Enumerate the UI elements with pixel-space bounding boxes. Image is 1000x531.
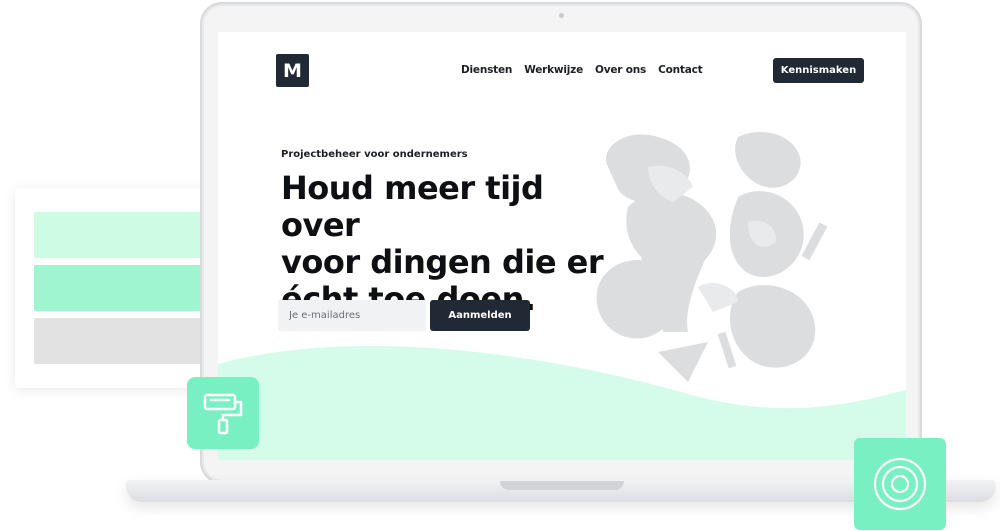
nav-link-contact[interactable]: Contact <box>658 64 703 76</box>
target-icon <box>873 457 927 511</box>
site-logo[interactable]: M <box>276 54 309 87</box>
target-tile <box>854 438 946 530</box>
headline-line: voor dingen die er <box>281 243 604 281</box>
hero-headline: Houd meer tijd over voor dingen die er é… <box>281 170 611 318</box>
hero-eyebrow: Projectbeheer voor ondernemers <box>281 149 468 160</box>
form-field-placeholder <box>34 318 223 364</box>
signup-button[interactable]: Aanmelden <box>430 300 530 331</box>
form-field-placeholder <box>34 265 223 311</box>
main-nav: Diensten Werkwijze Over ons Contact <box>461 64 703 76</box>
nav-link-werkwijze[interactable]: Werkwijze <box>524 64 583 76</box>
laptop-notch <box>500 481 624 490</box>
nav-link-diensten[interactable]: Diensten <box>461 64 512 76</box>
laptop-screen: M Diensten Werkwijze Over ons Contact Ke… <box>218 32 906 460</box>
kennismaken-button[interactable]: Kennismaken <box>773 58 864 83</box>
camera-icon <box>559 13 564 18</box>
paint-roller-icon <box>203 393 243 435</box>
headline-line: Houd meer tijd over <box>281 169 544 244</box>
nav-link-over-ons[interactable]: Over ons <box>595 64 646 76</box>
logo-letter: M <box>283 59 302 82</box>
abstract-people-illustration <box>596 132 828 382</box>
form-field-placeholder <box>34 212 223 258</box>
paint-roller-tile <box>187 377 259 449</box>
email-input[interactable] <box>278 300 426 331</box>
